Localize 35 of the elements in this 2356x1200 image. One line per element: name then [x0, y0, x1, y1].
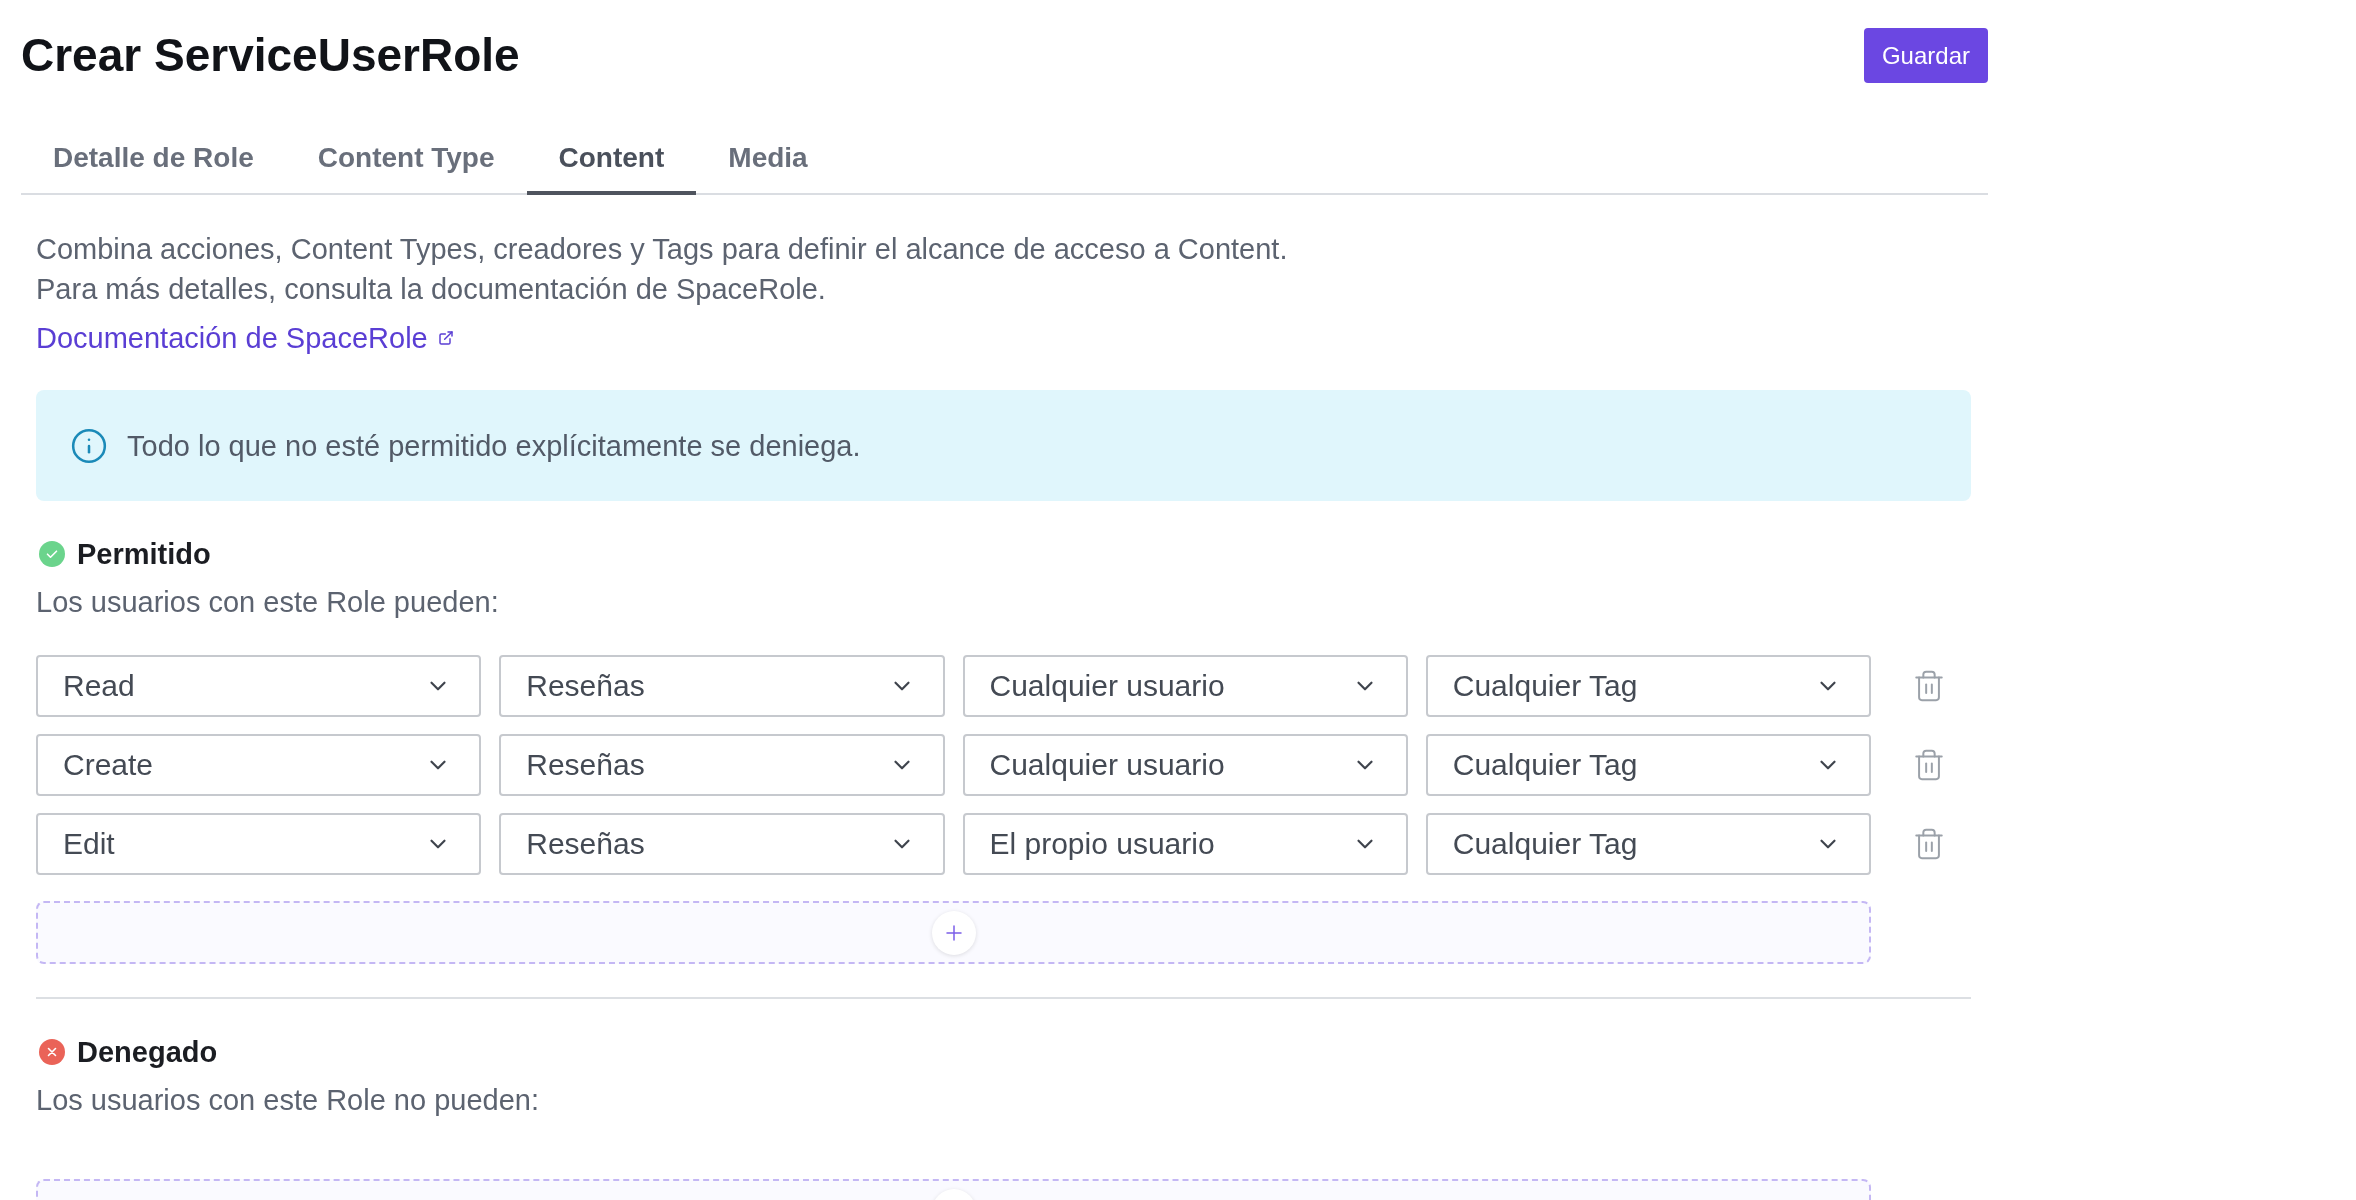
tab[interactable]: Detalle de Role	[21, 121, 286, 195]
tab[interactable]: Content Type	[285, 121, 527, 195]
section-title: Permitido	[77, 537, 211, 571]
info-text: Todo lo que no esté permitido explícitamente se deniega.	[127, 428, 861, 464]
add-rule-area[interactable]	[36, 901, 1871, 964]
documentation-link[interactable]: Documentación de SpaceRole	[36, 318, 454, 358]
x-circle-icon	[39, 1039, 65, 1065]
page-title: Crear ServiceUserRole	[21, 28, 520, 83]
add-button[interactable]	[931, 910, 976, 955]
trash-icon	[1912, 827, 1946, 861]
save-button[interactable]: Guardar	[1863, 28, 1988, 83]
info-icon	[70, 426, 108, 465]
dropdown[interactable]: Create	[36, 734, 482, 796]
tab[interactable]: Content	[526, 121, 697, 195]
dropdown[interactable]: Edit	[36, 813, 482, 875]
section-subtitle: Los usuarios con este Role pueden:	[36, 585, 500, 620]
description-text: Para más detalles, consulta la documentación de SpaceRole.	[36, 272, 827, 307]
dropdown[interactable]: Cualquier usuario	[962, 655, 1408, 717]
section-subtitle: Los usuarios con este Role no pueden:	[36, 1083, 540, 1118]
dropdown[interactable]: Cualquier Tag	[1425, 813, 1871, 875]
external-link-icon	[437, 330, 454, 346]
trash-icon	[1912, 669, 1946, 703]
dropdown[interactable]: Read	[36, 655, 482, 717]
check-circle-icon	[39, 541, 65, 567]
dropdown[interactable]: Reseñas	[499, 655, 945, 717]
dropdown[interactable]: El propio usuario	[962, 813, 1408, 875]
description-text: Combina acciones, Content Types, creadores y Tags para definir el alcance de acceso a Content.	[36, 232, 1289, 267]
dropdown[interactable]: Reseñas	[499, 813, 945, 875]
dropdown[interactable]: Cualquier usuario	[962, 734, 1408, 796]
tab[interactable]: Media	[696, 121, 840, 195]
dropdown[interactable]: Cualquier Tag	[1425, 655, 1871, 717]
trash-icon	[1912, 748, 1946, 782]
dropdown[interactable]: Cualquier Tag	[1425, 734, 1871, 796]
section-title: Denegado	[77, 1035, 218, 1069]
dropdown[interactable]: Reseñas	[499, 734, 945, 796]
